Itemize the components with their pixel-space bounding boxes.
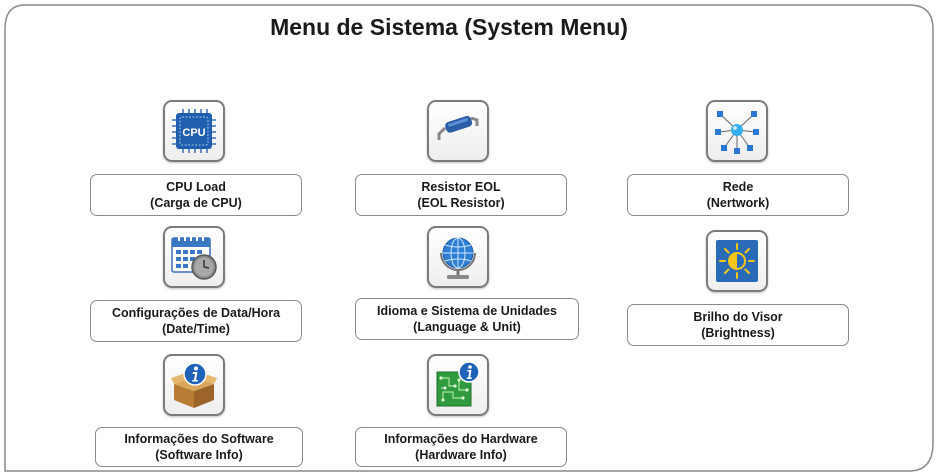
- brightness-icon[interactable]: [706, 230, 768, 292]
- language-unit-subtitle: (Language & Unit): [413, 320, 521, 334]
- resistor-eol-label[interactable]: Resistor EOL (EOL Resistor): [355, 174, 567, 216]
- hardware-info-subtitle: (Hardware Info): [415, 448, 507, 462]
- software-info-subtitle: (Software Info): [155, 448, 243, 462]
- cpu-icon-text: CPU: [182, 127, 205, 139]
- network-icon[interactable]: [706, 100, 768, 162]
- brightness-label[interactable]: Brilho do Visor (Brightness): [627, 304, 849, 346]
- software-info-icon[interactable]: [163, 354, 225, 416]
- date-time-subtitle: (Date/Time): [162, 322, 230, 336]
- hardware-info-title: Informações do Hardware: [384, 432, 538, 446]
- language-unit-label[interactable]: Idioma e Sistema de Unidades (Language &…: [355, 298, 579, 340]
- cpu-load-title: CPU Load: [166, 180, 226, 194]
- hardware-info-label[interactable]: Informações do Hardware (Hardware Info): [355, 427, 567, 467]
- network-subtitle: (Nertwork): [706, 196, 770, 210]
- hardware-info-icon[interactable]: [427, 354, 489, 416]
- resistor-eol-subtitle: (EOL Resistor): [417, 196, 505, 210]
- network-label[interactable]: Rede (Nertwork): [627, 174, 849, 216]
- language-unit-title: Idioma e Sistema de Unidades: [377, 304, 557, 318]
- resistor-icon[interactable]: [427, 100, 489, 162]
- software-info-title: Informações do Software: [124, 432, 274, 446]
- date-time-label[interactable]: Configurações de Data/Hora (Date/Time): [90, 300, 302, 342]
- brightness-subtitle: (Brightness): [701, 326, 775, 340]
- globe-icon[interactable]: [427, 226, 489, 288]
- calendar-clock-icon[interactable]: [163, 226, 225, 288]
- brightness-title: Brilho do Visor: [693, 310, 783, 324]
- resistor-eol-title: Resistor EOL: [421, 180, 501, 194]
- page-title: Menu de Sistema (System Menu): [270, 14, 628, 40]
- cpu-load-subtitle: (Carga de CPU): [150, 196, 242, 210]
- cpu-icon[interactable]: CPU: [163, 100, 225, 162]
- cpu-load-label[interactable]: CPU Load (Carga de CPU): [90, 174, 302, 216]
- date-time-title: Configurações de Data/Hora: [111, 306, 281, 320]
- software-info-label[interactable]: Informações do Software (Software Info): [95, 427, 303, 467]
- network-title: Rede: [722, 180, 754, 194]
